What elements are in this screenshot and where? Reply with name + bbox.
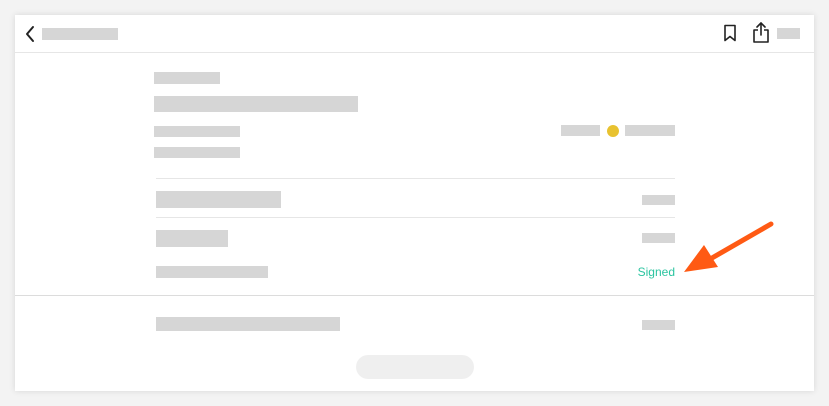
status-prefix-placeholder: [561, 125, 600, 136]
document-title-placeholder: [154, 96, 358, 112]
row-divider: [156, 217, 675, 218]
bottom-action-button[interactable]: [356, 355, 474, 379]
row-1-value-placeholder: [642, 195, 675, 205]
section-divider: [156, 178, 675, 179]
signed-status: Signed: [637, 265, 675, 279]
section-end-divider: [15, 295, 814, 296]
row-4-value-placeholder: [642, 320, 675, 330]
row-2-value-placeholder: [642, 233, 675, 243]
status-dot: [607, 125, 619, 137]
topbar-action-placeholder[interactable]: [777, 28, 800, 39]
row-2-label-placeholder: [156, 230, 228, 247]
status-text-placeholder: [625, 125, 675, 136]
row-4-label-placeholder: [156, 317, 340, 331]
document-type-placeholder: [154, 72, 220, 84]
meta-line-2-placeholder: [154, 147, 240, 158]
meta-line-1-placeholder: [154, 126, 240, 137]
back-title-placeholder[interactable]: [42, 28, 118, 40]
share-icon[interactable]: [752, 22, 770, 44]
row-1-label-placeholder: [156, 191, 281, 208]
top-bar: [15, 15, 814, 53]
chevron-left-icon[interactable]: [24, 25, 36, 43]
row-3-label-placeholder: [156, 266, 268, 278]
bookmark-icon[interactable]: [723, 24, 737, 42]
document-card: Signed: [15, 15, 814, 391]
